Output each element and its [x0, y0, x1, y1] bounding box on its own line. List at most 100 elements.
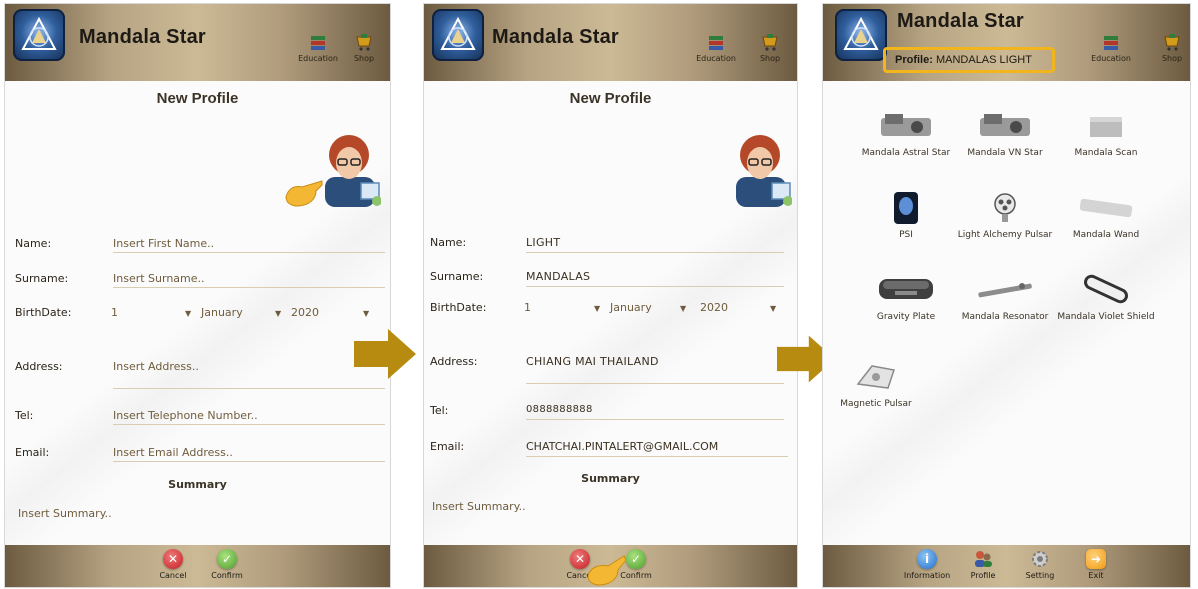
device-psi[interactable]: PSI	[856, 190, 956, 240]
next-arrow-icon	[354, 329, 416, 379]
summary-heading: Summary	[168, 478, 227, 491]
cancel-icon: ✕	[163, 549, 183, 569]
education-label: Education	[696, 54, 736, 63]
device-mandala-scan[interactable]: Mandala Scan	[1056, 108, 1156, 158]
surname-label: Surname:	[430, 270, 484, 283]
device-mandala-resonator[interactable]: Mandala Resonator	[955, 272, 1055, 322]
address-underline	[526, 383, 784, 384]
chevron-down-icon[interactable]: ▼	[680, 304, 686, 313]
surname-underline	[526, 286, 784, 287]
device-label: Gravity Plate	[876, 312, 936, 322]
confirm-icon: ✓	[217, 549, 237, 569]
education-button[interactable]: Education	[294, 32, 342, 63]
education-label: Education	[1091, 54, 1131, 63]
chevron-down-icon[interactable]: ▼	[275, 309, 281, 318]
email-input[interactable]: Insert Email Address..	[113, 446, 233, 459]
email-underline	[526, 456, 788, 457]
day-select[interactable]: 1	[111, 306, 118, 319]
device-light-alchemy-pulsar[interactable]: Light Alchemy Pulsar	[955, 190, 1055, 240]
summary-heading: Summary	[581, 472, 640, 485]
top-bar: Mandala Star Education Shop	[5, 4, 390, 81]
device-label: Mandala Resonator	[961, 312, 1049, 322]
top-bar: Mandala Star Profile: MANDALAS LIGHT Edu…	[823, 4, 1190, 81]
device-magnetic-pulsar[interactable]: Magnetic Pulsar	[826, 359, 926, 409]
setting-button[interactable]: Setting	[1015, 549, 1065, 580]
device-label: Mandala Violet Shield	[1057, 312, 1155, 322]
current-profile-badge: Profile: MANDALAS LIGHT	[883, 47, 1055, 73]
device-mandala-astral-star[interactable]: Mandala Astral Star	[856, 108, 956, 158]
pointing-hand-icon	[587, 555, 626, 586]
month-select[interactable]: January	[201, 306, 243, 319]
app-title: Mandala Star	[79, 26, 206, 48]
first-name-input[interactable]: Insert First Name..	[113, 237, 214, 250]
device-gravity-plate[interactable]: Gravity Plate	[856, 272, 956, 322]
device-label: Magnetic Pulsar	[840, 399, 912, 409]
first-name-underline	[526, 252, 784, 253]
cancel-button[interactable]: ✕ Cancel	[148, 549, 198, 580]
profile-label: Profile:	[895, 54, 933, 66]
bottom-bar: i Information Profile Setting ➜ Exit	[823, 545, 1190, 587]
shop-icon	[1164, 34, 1180, 51]
year-select[interactable]: 2020	[291, 306, 319, 319]
top-bar: Mandala Star Education Shop	[424, 4, 797, 81]
shop-button[interactable]: Shop	[746, 32, 794, 63]
profile-button[interactable]: Profile	[958, 549, 1008, 580]
information-label: Information	[903, 571, 951, 580]
app-logo-icon	[13, 9, 65, 61]
confirm-button[interactable]: ✓ Confirm	[202, 549, 252, 580]
device-mandala-wand[interactable]: Mandala Wand	[1056, 190, 1156, 240]
device-label: Mandala Astral Star	[861, 148, 951, 158]
education-button[interactable]: Education	[692, 32, 740, 63]
address-label: Address:	[430, 355, 478, 368]
profile-name: MANDALAS LIGHT	[935, 54, 1032, 66]
device-mandala-violet-shield[interactable]: Mandala Violet Shield	[1056, 272, 1156, 322]
surname-input[interactable]: MANDALAS	[526, 270, 590, 283]
shop-icon	[356, 34, 372, 51]
shop-icon	[762, 34, 778, 51]
page-title: New Profile	[569, 90, 652, 107]
app-logo-icon	[432, 9, 484, 61]
exit-label: Exit	[1088, 571, 1104, 580]
education-button[interactable]: Education	[1087, 32, 1135, 63]
first-name-underline	[113, 252, 385, 253]
address-underline	[113, 388, 385, 389]
summary-input[interactable]: Insert Summary..	[432, 500, 526, 513]
education-icon	[709, 36, 723, 50]
shop-label: Shop	[353, 54, 375, 63]
device-label: Mandala Scan	[1074, 148, 1138, 158]
summary-input[interactable]: Insert Summary..	[18, 507, 112, 520]
first-name-input[interactable]: LIGHT	[526, 236, 560, 249]
day-select[interactable]: 1	[524, 301, 531, 314]
year-select[interactable]: 2020	[700, 301, 728, 314]
chevron-down-icon[interactable]: ▼	[363, 309, 369, 318]
shop-label: Shop	[1161, 54, 1183, 63]
chevron-down-icon[interactable]: ▼	[594, 304, 600, 313]
information-button[interactable]: i Information	[902, 549, 952, 580]
device-label: PSI	[899, 230, 913, 240]
email-underline	[113, 461, 385, 462]
telephone-input[interactable]: 0888888888	[526, 404, 593, 415]
email-input[interactable]: CHATCHAI.PINTALERT@GMAIL.COM	[526, 440, 718, 453]
exit-button[interactable]: ➜ Exit	[1071, 549, 1121, 580]
birthdate-label: BirthDate:	[15, 306, 72, 319]
chevron-down-icon[interactable]: ▼	[185, 309, 191, 318]
confirm-label: Confirm	[211, 571, 243, 580]
shop-button[interactable]: Shop	[1148, 32, 1190, 63]
birthdate-label: BirthDate:	[430, 301, 487, 314]
surname-underline	[113, 287, 385, 288]
shop-button[interactable]: Shop	[340, 32, 388, 63]
surname-input[interactable]: Insert Surname..	[113, 272, 205, 285]
telephone-input[interactable]: Insert Telephone Number..	[113, 409, 258, 422]
month-select[interactable]: January	[610, 301, 652, 314]
avatar-icon[interactable]	[722, 117, 792, 207]
shop-label: Shop	[759, 54, 781, 63]
address-input[interactable]: Insert Address..	[113, 360, 199, 373]
app-title: Mandala Star	[897, 10, 1024, 32]
telephone-underline	[526, 419, 784, 420]
education-label: Education	[298, 54, 338, 63]
device-mandala-vn-star[interactable]: Mandala VN Star	[955, 108, 1055, 158]
address-input[interactable]: CHIANG MAI THAILAND	[526, 355, 659, 368]
chevron-down-icon[interactable]: ▼	[770, 304, 776, 313]
information-icon: i	[917, 549, 937, 569]
telephone-underline	[113, 424, 385, 425]
